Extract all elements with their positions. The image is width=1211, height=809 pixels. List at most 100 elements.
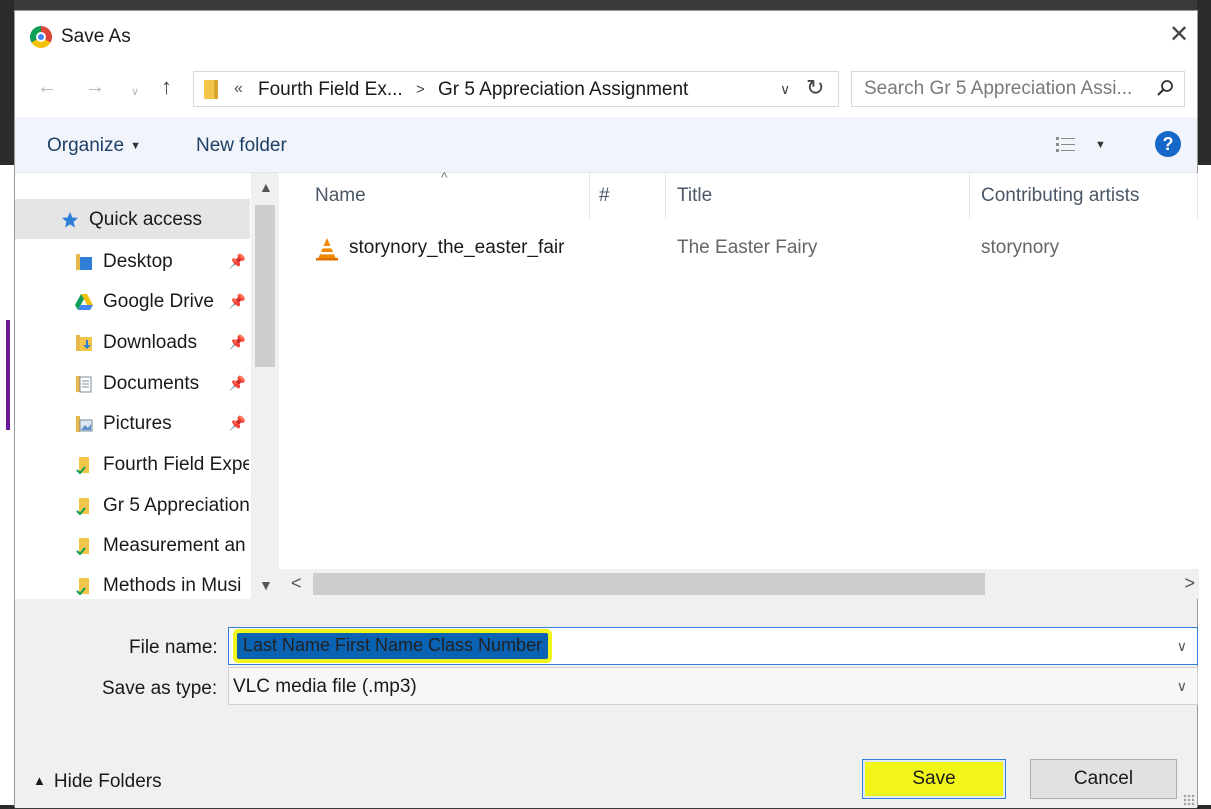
save-type-value: VLC media file (.mp3) <box>233 676 417 697</box>
sidebar-item-label: Pictures <box>103 413 172 434</box>
title-bar: Save As ✕ <box>15 11 1197 61</box>
sidebar-item-folder[interactable]: Gr 5 Appreciation <box>15 485 250 525</box>
help-button[interactable]: ? <box>1155 131 1181 157</box>
sidebar-item-desktop[interactable]: Desktop 📌 <box>15 241 250 281</box>
sidebar-item-pictures[interactable]: Pictures 📌 <box>15 403 250 443</box>
view-dropdown-icon[interactable]: ▼ <box>1095 139 1106 151</box>
sidebar-item-folder[interactable]: Methods in Musi <box>15 565 250 599</box>
sidebar-item-documents[interactable]: Documents 📌 <box>15 363 250 403</box>
organize-label: Organize <box>47 135 125 156</box>
hide-folders-label: Hide Folders <box>53 771 162 792</box>
sidebar-item-downloads[interactable]: Downloads 📌 <box>15 322 250 362</box>
column-header-number[interactable]: # <box>599 185 610 207</box>
file-name-value: Last Name First Name Class Number <box>243 635 543 655</box>
window-title: Save As <box>61 26 131 47</box>
google-drive-icon <box>75 294 93 310</box>
background-strip <box>1197 165 1211 805</box>
file-name-field[interactable]: Last Name First Name Class Number ∨ <box>228 627 1198 665</box>
breadcrumb-segment[interactable]: Fourth Field Ex... <box>258 79 403 101</box>
caret-down-icon: ▼ <box>130 140 141 152</box>
chevron-down-icon[interactable]: ∨ <box>1177 678 1187 695</box>
vlc-icon <box>316 238 338 261</box>
documents-folder-icon <box>76 376 92 393</box>
folder-icon <box>76 498 89 515</box>
sidebar-item-google-drive[interactable]: Google Drive 📌 <box>15 281 250 321</box>
search-box[interactable] <box>851 71 1185 107</box>
breadcrumb-segment[interactable]: Gr 5 Appreciation Assignment <box>438 79 688 101</box>
close-button[interactable]: ✕ <box>1165 21 1193 49</box>
save-type-label: Save as type: <box>102 678 218 699</box>
pin-icon: 📌 <box>228 253 246 269</box>
sidebar-item-label: Documents <box>103 373 200 394</box>
sidebar-item-label: Fourth Field Expe <box>103 454 249 475</box>
column-separator[interactable] <box>589 173 590 219</box>
background-accent <box>6 320 10 430</box>
hide-folders-button[interactable]: ▲ Hide Folders <box>33 771 162 793</box>
resize-grip[interactable] <box>1183 794 1195 806</box>
sidebar-item-quick-access[interactable]: Quick access <box>15 199 250 239</box>
save-as-dialog: Save As ✕ ← → ∨ ↑ « Fourth Field Ex... >… <box>14 10 1199 808</box>
pin-icon: 📌 <box>228 415 246 431</box>
desktop-folder-icon <box>76 254 92 270</box>
up-button[interactable]: ↑ <box>161 76 172 98</box>
sidebar-item-folder[interactable]: Measurement an <box>15 525 250 565</box>
sidebar-item-label: Downloads <box>103 332 197 353</box>
chevron-down-icon[interactable]: ∨ <box>1177 638 1187 655</box>
file-title: The Easter Fairy <box>677 237 818 258</box>
scroll-left-icon[interactable]: < <box>291 573 302 594</box>
sidebar-item-label: Quick access <box>89 209 202 230</box>
address-bar[interactable]: « Fourth Field Ex... > Gr 5 Appreciation… <box>193 71 839 107</box>
file-name: storynory_the_easter_fair <box>349 237 565 258</box>
pictures-folder-icon <box>76 416 93 432</box>
breadcrumb-separator[interactable]: > <box>416 81 425 98</box>
file-list: ^ Name # Title Contributing artists stor… <box>279 169 1199 599</box>
folder-icon <box>76 538 89 555</box>
save-type-select[interactable]: VLC media file (.mp3) ∨ <box>228 667 1198 705</box>
scroll-right-icon[interactable]: > <box>1184 573 1195 594</box>
column-separator[interactable] <box>969 173 970 219</box>
sidebar-item-label: Desktop <box>103 251 173 272</box>
scroll-down-icon[interactable]: ▼ <box>259 577 273 593</box>
new-folder-button[interactable]: New folder <box>196 135 287 157</box>
column-header-title[interactable]: Title <box>677 185 712 207</box>
refresh-button[interactable]: ↻ <box>806 75 824 101</box>
horizontal-scrollbar[interactable]: < > <box>279 569 1199 599</box>
column-header-artists[interactable]: Contributing artists <box>981 185 1139 207</box>
recent-locations-button[interactable]: ∨ <box>131 81 139 103</box>
downloads-folder-icon <box>76 335 92 351</box>
sidebar-scrollbar[interactable]: ▲ ▼ <box>251 173 279 599</box>
star-icon <box>61 211 79 228</box>
organize-button[interactable]: Organize ▼ <box>47 135 141 157</box>
navigation-pane: Quick access Desktop 📌 Google Drive 📌 Do… <box>15 173 279 599</box>
column-header-name[interactable]: Name <box>315 185 366 207</box>
sidebar-item-folder[interactable]: Fourth Field Expe <box>15 444 250 484</box>
pin-icon: 📌 <box>228 293 246 309</box>
background-right <box>1197 0 1211 809</box>
file-row[interactable]: storynory_the_easter_fair The Easter Fai… <box>315 233 1195 267</box>
sidebar-item-label: Gr 5 Appreciation <box>103 495 249 516</box>
cancel-button[interactable]: Cancel <box>1030 759 1177 799</box>
background-left <box>0 0 14 809</box>
background-strip <box>0 165 14 805</box>
caret-up-icon: ▲ <box>33 773 46 788</box>
save-form: File name: Last Name First Name Class Nu… <box>15 599 1198 808</box>
search-input[interactable] <box>852 72 1142 106</box>
address-overflow-chevron[interactable]: « <box>234 80 243 98</box>
scrollbar-thumb[interactable] <box>313 573 985 595</box>
column-separator[interactable] <box>1197 173 1198 219</box>
file-name-selected-text[interactable]: Last Name First Name Class Number <box>237 633 549 659</box>
address-dropdown-button[interactable]: ∨ <box>780 81 790 98</box>
file-name-label: File name: <box>129 637 218 658</box>
sidebar-item-label: Methods in Musi <box>103 575 242 596</box>
sort-ascending-icon: ^ <box>441 169 448 185</box>
view-options-icon[interactable] <box>1055 135 1077 155</box>
column-separator[interactable] <box>665 173 666 219</box>
search-icon[interactable] <box>1156 79 1174 97</box>
scrollbar-thumb[interactable] <box>255 205 275 367</box>
scroll-up-icon[interactable]: ▲ <box>259 179 273 195</box>
back-button[interactable]: ← <box>37 76 57 98</box>
file-artist: storynory <box>981 237 1060 258</box>
navigation-bar: ← → ∨ ↑ « Fourth Field Ex... > Gr 5 Appr… <box>15 67 1197 107</box>
forward-button[interactable]: → <box>85 76 105 98</box>
save-button[interactable]: Save <box>862 759 1006 799</box>
